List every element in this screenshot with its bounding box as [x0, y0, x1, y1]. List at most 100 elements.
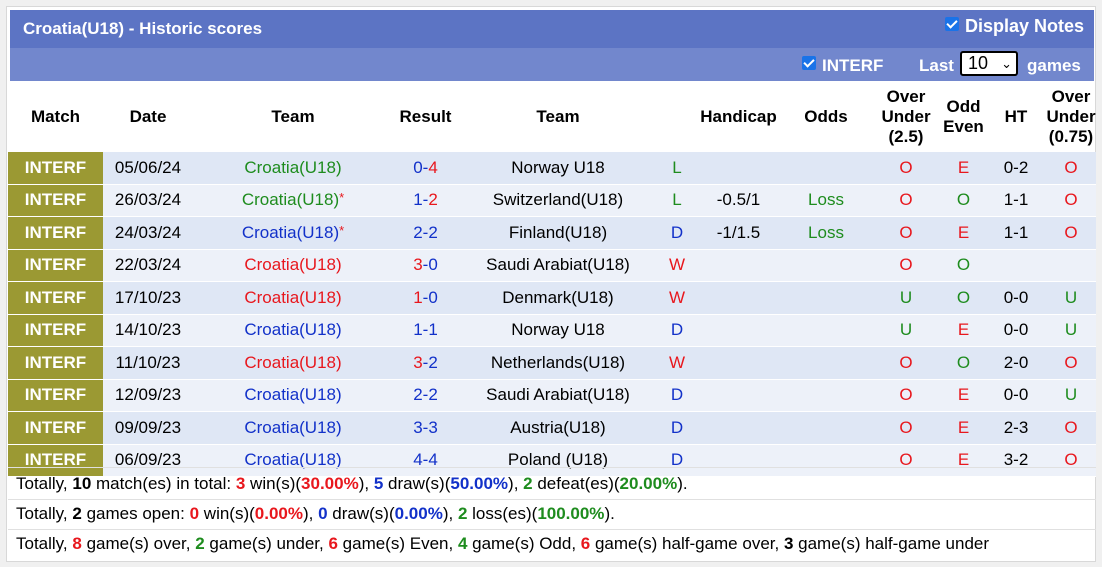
home-team[interactable]: Croatia(U18)	[193, 281, 393, 314]
odd-even: O	[941, 281, 986, 314]
half-time-score: 2-0	[986, 346, 1046, 379]
summary-text: win(s)(	[245, 474, 302, 493]
home-team-name: Croatia(U18)	[244, 352, 342, 372]
match-result[interactable]: 3-0	[393, 249, 458, 282]
half-game-under-count: 3	[783, 534, 794, 553]
odds-result	[781, 249, 871, 282]
league-badge[interactable]: INTERF	[8, 411, 103, 444]
match-result[interactable]: 2-2	[393, 379, 458, 412]
total-defeats: 2	[523, 474, 533, 493]
handicap	[696, 152, 781, 184]
home-team[interactable]: Croatia(U18)	[193, 379, 393, 412]
result-letter: D	[658, 379, 696, 412]
league-badge[interactable]: INTERF	[8, 314, 103, 347]
match-result[interactable]: 2-2	[393, 216, 458, 249]
away-team[interactable]: Poland (U18)	[458, 444, 658, 477]
odds-result	[781, 411, 871, 444]
home-team-name: Croatia(U18)	[241, 190, 340, 210]
league-badge[interactable]: INTERF	[8, 379, 103, 412]
match-result[interactable]: 0-4	[393, 152, 458, 184]
home-team[interactable]: Croatia(U18)	[193, 152, 393, 184]
match-date: 24/03/24	[103, 216, 193, 249]
interf-filter-toggle[interactable]: INTERF	[802, 56, 883, 76]
home-team[interactable]: Croatia(U18)	[193, 314, 393, 347]
table-row: INTERF 12/09/23 Croatia(U18) 2-2 Saudi Arabi…	[8, 379, 1096, 412]
home-team[interactable]: Croatia(U18)	[193, 249, 393, 282]
over-under-0-75: O	[1046, 411, 1096, 444]
league-badge[interactable]: INTERF	[8, 184, 103, 217]
divider	[8, 529, 1096, 530]
summary-text: win(s)(	[199, 504, 255, 523]
odd-even: O	[941, 346, 986, 379]
away-team[interactable]: Switzerland(U18)	[458, 184, 658, 217]
home-team-name: Croatia(U18)	[241, 222, 340, 242]
over-under-2-5: O	[871, 152, 941, 184]
over-under-2-5: O	[871, 411, 941, 444]
summary-text: ).	[677, 474, 688, 493]
league-badge[interactable]: INTERF	[8, 152, 103, 184]
title-bar: Croatia(U18) - Historic scores Display N…	[10, 10, 1094, 48]
over-under-0-75: U	[1046, 314, 1096, 347]
away-team[interactable]: Norway U18	[458, 152, 658, 184]
handicap: -1/1.5	[696, 216, 781, 249]
league-badge[interactable]: INTERF	[8, 216, 103, 249]
match-result[interactable]: 4-4	[393, 444, 458, 477]
match-result[interactable]: 1-2	[393, 184, 458, 217]
league-badge[interactable]: INTERF	[8, 444, 103, 477]
half-time-score: 2-3	[986, 411, 1046, 444]
col-wld	[658, 82, 696, 152]
summary-text: Totally,	[16, 534, 73, 553]
half-time-score: 0-2	[986, 152, 1046, 184]
league-badge[interactable]: INTERF	[8, 346, 103, 379]
col-odds: Odds	[804, 107, 848, 126]
summary-text: game(s) half-game under	[793, 534, 990, 553]
league-badge[interactable]: INTERF	[8, 249, 103, 282]
match-result[interactable]: 3-2	[393, 346, 458, 379]
home-team[interactable]: Croatia(U18)	[193, 444, 393, 477]
odds-result	[781, 314, 871, 347]
display-notes-toggle[interactable]: Display Notes	[944, 16, 1084, 37]
half-time-score: 0-0	[986, 314, 1046, 347]
scores-table: Match Date Team Result Team Handicap Odds Over …	[8, 82, 1096, 477]
over-under-2-5: U	[871, 314, 941, 347]
match-result[interactable]: 1-1	[393, 314, 458, 347]
match-date: 12/09/23	[103, 379, 193, 412]
away-team[interactable]: Denmark(U18)	[458, 281, 658, 314]
col-odd-even: Odd Even	[943, 97, 984, 136]
away-team[interactable]: Austria(U18)	[458, 411, 658, 444]
half-time-score: 0-0	[986, 281, 1046, 314]
table-row: INTERF 14/10/23 Croatia(U18) 1-1 Norway U18 D…	[8, 314, 1096, 347]
match-date: 06/09/23	[103, 444, 193, 477]
display-notes-checkbox[interactable]	[944, 16, 959, 31]
interf-checkbox[interactable]	[802, 56, 816, 70]
home-score: 3	[413, 417, 423, 437]
open-win-percentage: 0.00%	[254, 504, 303, 523]
home-team[interactable]: Croatia(U18)*	[193, 184, 393, 217]
col-ht: HT	[1004, 107, 1028, 126]
away-team[interactable]: Finland(U18)	[458, 216, 658, 249]
over-under-0-75: O	[1046, 152, 1096, 184]
match-result[interactable]: 3-3	[393, 411, 458, 444]
home-team[interactable]: Croatia(U18)	[193, 411, 393, 444]
panel-title: Croatia(U18) - Historic scores	[23, 19, 263, 38]
home-team[interactable]: Croatia(U18)*	[193, 216, 393, 249]
away-team[interactable]: Saudi Arabiat(U18)	[458, 249, 658, 282]
league-badge[interactable]: INTERF	[8, 281, 103, 314]
odds-result: Loss	[781, 216, 871, 249]
home-team-name: Croatia(U18)	[244, 417, 342, 437]
over-under-0-75	[1046, 249, 1096, 282]
last-games-select[interactable]: 10 ⌄	[960, 51, 1018, 76]
odd-even: E	[941, 314, 986, 347]
match-result[interactable]: 1-0	[393, 281, 458, 314]
away-team[interactable]: Netherlands(U18)	[458, 346, 658, 379]
home-team[interactable]: Croatia(U18)	[193, 346, 393, 379]
result-letter: W	[658, 281, 696, 314]
away-team[interactable]: Saudi Arabiat(U18)	[458, 379, 658, 412]
col-date: Date	[129, 107, 167, 126]
summary-text: loss(es)(	[467, 504, 538, 523]
odds-result	[781, 281, 871, 314]
summary-text: defeat(es)(	[532, 474, 620, 493]
away-team[interactable]: Norway U18	[458, 314, 658, 347]
odd-even: E	[941, 216, 986, 249]
last-label: Last	[919, 56, 954, 75]
